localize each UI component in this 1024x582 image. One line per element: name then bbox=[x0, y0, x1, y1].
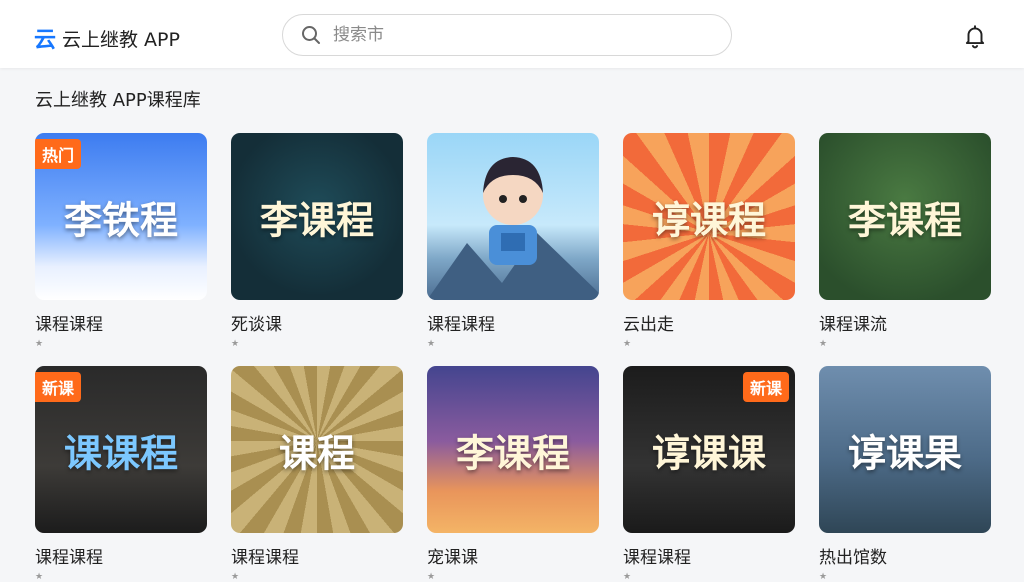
rating-stars: ★ bbox=[231, 339, 241, 349]
course-thumbnail[interactable]: 李课程 bbox=[231, 133, 403, 300]
rating-stars: ★ bbox=[35, 572, 45, 582]
course-card[interactable]: 课课程 新课 课程课程 ★ bbox=[35, 366, 207, 582]
thumbnail-title: 谆课程 bbox=[651, 197, 766, 242]
new-badge: 新课 bbox=[35, 372, 82, 402]
rating-stars: ★ bbox=[427, 339, 437, 349]
course-thumbnail[interactable]: 李课程 bbox=[819, 133, 991, 300]
rating-stars: ★ bbox=[819, 339, 829, 349]
course-card[interactable]: 谆课程 云出走 ★ bbox=[623, 133, 795, 349]
course-thumbnail[interactable]: 谆课果 bbox=[819, 366, 991, 533]
section-title: 云上继教 APP课程库 bbox=[35, 90, 201, 111]
course-thumbnail[interactable]: 谆课程 bbox=[623, 133, 795, 300]
course-thumbnail[interactable]: 课程 bbox=[231, 366, 403, 533]
course-title[interactable]: 云出走 bbox=[623, 310, 795, 335]
course-title[interactable]: 课程课程 bbox=[623, 543, 795, 568]
thumbnail-title: 课程 bbox=[278, 430, 355, 475]
rating-stars: ★ bbox=[623, 339, 633, 349]
course-card[interactable]: 李课程 课程课流 ★ bbox=[819, 133, 991, 349]
course-title[interactable]: 死谈课 bbox=[231, 310, 403, 335]
course-card[interactable]: 李课程 宠课课 ★ bbox=[427, 366, 599, 582]
course-title[interactable]: 宠课课 bbox=[427, 543, 599, 568]
course-title[interactable]: 课程课程 bbox=[427, 310, 599, 335]
course-title[interactable]: 课程课程 bbox=[231, 543, 403, 568]
logo-icon: 云 bbox=[34, 28, 57, 53]
hot-badge: 热门 bbox=[35, 139, 82, 169]
course-card[interactable]: 课程课程 ★ bbox=[427, 133, 599, 349]
thumbnail-title: 李课程 bbox=[259, 197, 374, 242]
course-title[interactable]: 课程课程 bbox=[35, 543, 207, 568]
thumbnail-title: 课课程 bbox=[63, 430, 178, 475]
course-card[interactable]: 谆课果 热出馆数 ★ bbox=[819, 366, 991, 582]
course-thumbnail[interactable]: 李铁程 热门 bbox=[35, 133, 207, 300]
course-thumbnail[interactable] bbox=[427, 133, 599, 300]
thumbnail-title: 谆课课 bbox=[651, 430, 766, 475]
course-card[interactable]: 李铁程 热门 课程课程 ★ bbox=[35, 133, 207, 349]
bell-icon[interactable] bbox=[962, 23, 988, 49]
course-card[interactable]: 李课程 死谈课 ★ bbox=[231, 133, 403, 349]
course-thumbnail[interactable]: 李课程 bbox=[427, 366, 599, 533]
rating-stars: ★ bbox=[231, 572, 241, 582]
thumbnail-title: 谆课果 bbox=[847, 430, 962, 475]
thumbnail-title: 李铁程 bbox=[63, 197, 178, 242]
rating-stars: ★ bbox=[623, 572, 633, 582]
search-bar[interactable] bbox=[282, 14, 732, 56]
course-title[interactable]: 课程课程 bbox=[35, 310, 207, 335]
search-icon[interactable] bbox=[301, 25, 321, 45]
child-illustration bbox=[427, 157, 599, 300]
app-logo[interactable]: 云 云上继教 APP bbox=[34, 22, 180, 54]
app-name: 云上继教 APP bbox=[62, 28, 180, 51]
thumbnail-title: 李课程 bbox=[847, 197, 962, 242]
course-thumbnail[interactable]: 谆课课 新课 bbox=[623, 366, 795, 533]
thumbnail-title: 李课程 bbox=[455, 430, 570, 475]
course-title[interactable]: 课程课流 bbox=[819, 310, 991, 335]
search-input[interactable] bbox=[331, 24, 715, 46]
course-card[interactable]: 课程 课程课程 ★ bbox=[231, 366, 403, 582]
course-card[interactable]: 谆课课 新课 课程课程 ★ bbox=[623, 366, 795, 582]
rating-stars: ★ bbox=[819, 572, 829, 582]
course-thumbnail[interactable]: 课课程 新课 bbox=[35, 366, 207, 533]
new-badge: 新课 bbox=[742, 372, 789, 402]
course-title[interactable]: 热出馆数 bbox=[819, 543, 991, 568]
top-bar: 云 云上继教 APP bbox=[0, 0, 1024, 68]
rating-stars: ★ bbox=[427, 572, 437, 582]
rating-stars: ★ bbox=[35, 339, 45, 349]
